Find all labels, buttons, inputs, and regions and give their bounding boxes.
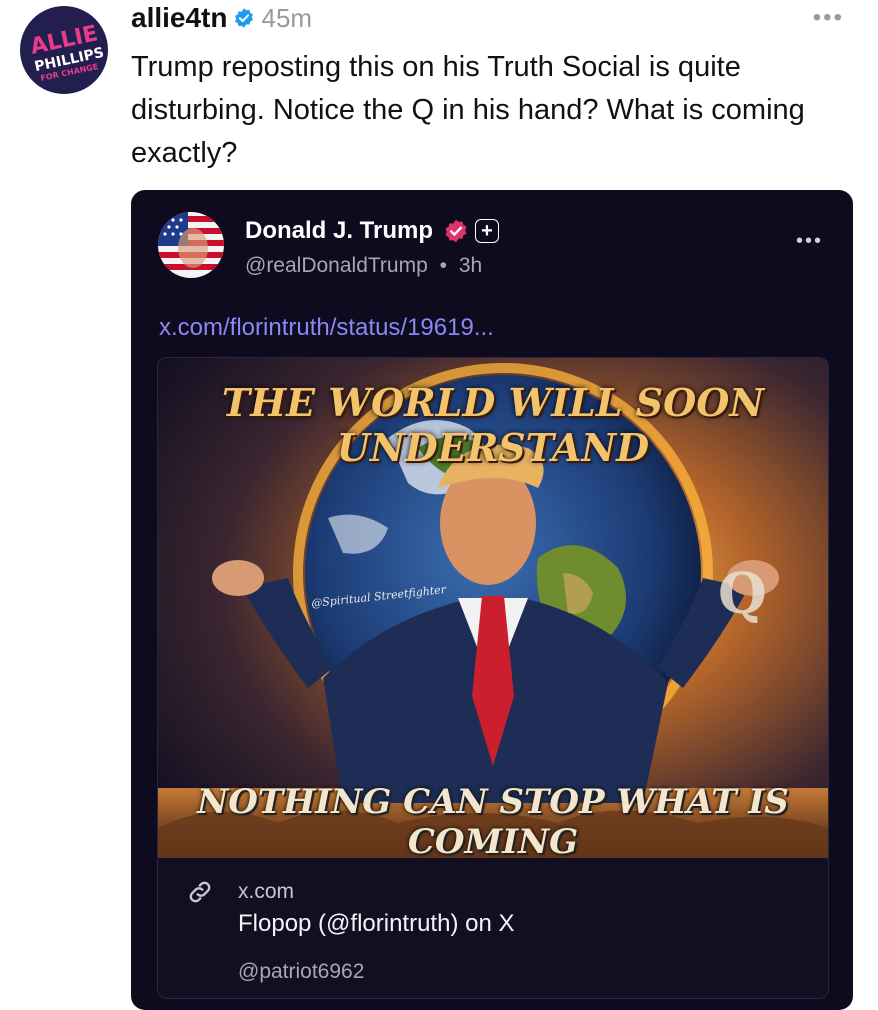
quoted-handle[interactable]: @realDonaldTrump xyxy=(245,254,428,277)
truth-verified-badge-icon xyxy=(445,219,467,243)
meme-image[interactable]: Q THE WORLD WILL SOON UNDERSTAND @Spirit… xyxy=(158,358,828,858)
link-handle: @patriot6962 xyxy=(238,960,365,983)
link-title[interactable]: Flopop (@florintruth) on X xyxy=(238,910,514,938)
author-username[interactable]: allie4tn xyxy=(131,2,227,34)
flag-face-icon xyxy=(158,212,224,278)
author-avatar[interactable]: ALLIE PHILLIPS FOR CHANGE xyxy=(20,6,108,94)
more-options-icon[interactable]: ••• xyxy=(813,4,844,32)
post-body-text: Trump reposting this on his Truth Social… xyxy=(131,51,805,169)
verified-badge-icon xyxy=(235,8,254,28)
quoted-post-link[interactable]: x.com/florintruth/status/19619... xyxy=(159,314,494,342)
quoted-timestamp: 3h xyxy=(458,254,483,277)
link-preview-details[interactable]: x.com Flopop (@florintruth) on X @patrio… xyxy=(158,858,828,998)
quoted-name-row: Donald J. Trump + xyxy=(245,217,500,245)
quoted-more-options-icon[interactable]: ••• xyxy=(796,230,823,253)
meme-headline-text: THE WORLD WILL SOON UNDERSTAND xyxy=(221,380,765,470)
quoted-author-avatar[interactable] xyxy=(158,212,224,278)
link-chain-icon xyxy=(189,881,211,903)
svg-text:Q: Q xyxy=(718,561,767,627)
meme-footer-text: NOTHING CAN STOP WHAT IS COMING xyxy=(197,782,789,858)
quoted-post-card[interactable]: Donald J. Trump + @realDonaldTrump • 3h … xyxy=(131,190,853,1010)
dot-separator: • xyxy=(439,254,447,277)
post-header: allie4tn 45m xyxy=(131,2,312,34)
quoted-handle-row: @realDonaldTrump • 3h xyxy=(245,254,482,278)
quoted-author-name[interactable]: Donald J. Trump xyxy=(245,217,433,245)
link-domain: x.com xyxy=(238,880,295,903)
post-timestamp: 45m xyxy=(261,2,313,33)
embedded-link-preview[interactable]: Q THE WORLD WILL SOON UNDERSTAND @Spirit… xyxy=(157,357,829,999)
truth-plus-icon: + xyxy=(475,219,500,243)
